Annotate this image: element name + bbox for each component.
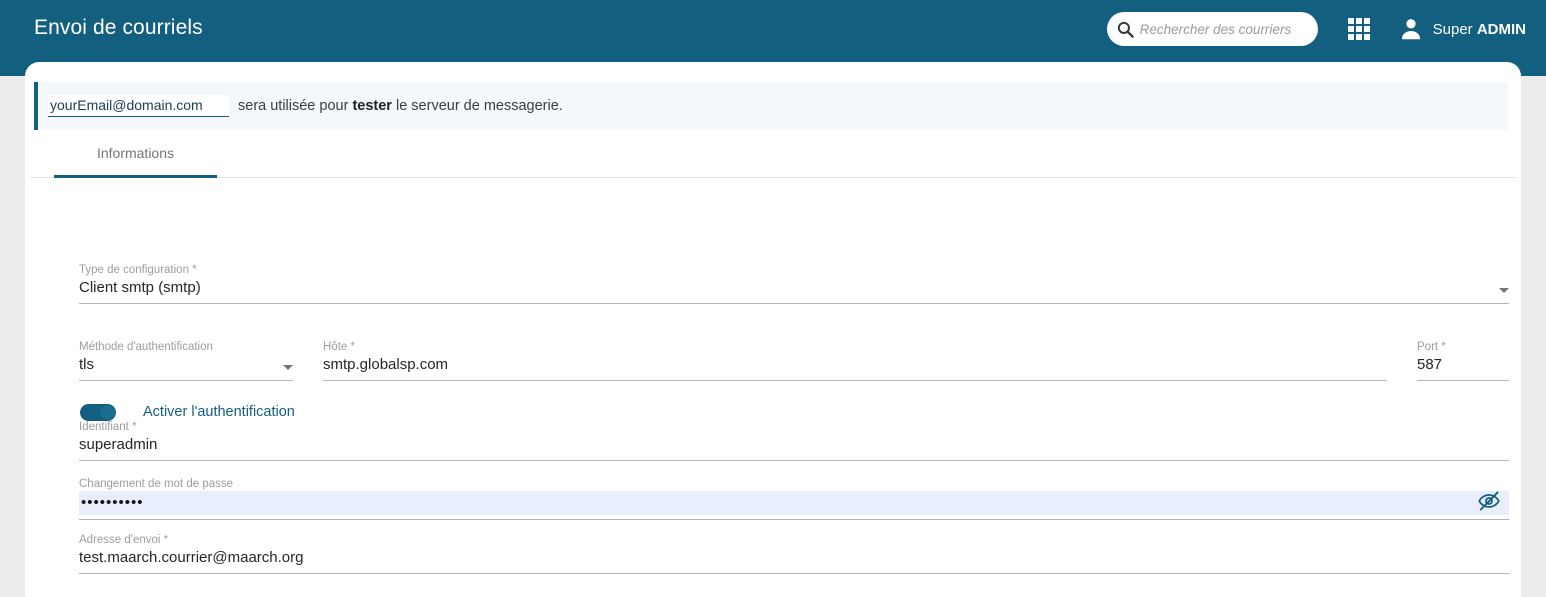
field-password-underline	[79, 519, 1509, 520]
field-auth-method-underline	[79, 380, 293, 381]
banner-text-bold: tester	[352, 98, 392, 114]
field-password-label: Changement de mot de passe	[79, 477, 1509, 491]
field-from-address-underline	[79, 573, 1509, 574]
enable-auth-toggle[interactable]	[80, 404, 116, 421]
banner-text-after: le serveur de messagerie.	[392, 98, 563, 114]
field-config-type: Type de configuration * Client smtp (smt…	[79, 263, 1509, 304]
field-auth-method: Méthode d'authentification tls	[79, 340, 293, 381]
field-from-address-label: Adresse d'envoi *	[79, 533, 1509, 547]
field-from-address-input[interactable]	[79, 547, 1509, 569]
user-name[interactable]: Super ADMIN	[1433, 21, 1526, 38]
test-email-banner-text: sera utilisée pour tester le serveur de …	[238, 98, 563, 114]
content-panel: sera utilisée pour tester le serveur de …	[25, 62, 1521, 597]
field-host: Hôte *	[323, 340, 1387, 381]
visibility-off-icon[interactable]	[1478, 490, 1500, 512]
field-config-type-underline	[79, 303, 1509, 304]
search-icon	[1116, 20, 1135, 39]
field-auth-method-label: Méthode d'authentification	[79, 340, 293, 354]
tab-informations[interactable]: Informations	[54, 130, 217, 178]
chevron-down-icon[interactable]	[1499, 288, 1509, 293]
enable-auth-label: Activer l'authentification	[143, 404, 295, 420]
test-email-input[interactable]	[48, 95, 229, 117]
field-from-address: Adresse d'envoi *	[79, 533, 1509, 574]
field-port: Port *	[1417, 340, 1509, 381]
field-login-label: Identifiant *	[79, 420, 1509, 434]
field-port-label: Port *	[1417, 340, 1509, 354]
field-host-input[interactable]	[323, 354, 1387, 376]
test-email-banner: sera utilisée pour tester le serveur de …	[34, 82, 1508, 130]
field-password: Changement de mot de passe ••••••••••	[79, 477, 1509, 520]
field-host-underline	[323, 380, 1387, 381]
field-port-input[interactable]	[1417, 354, 1509, 376]
header-actions: Super ADMIN	[1107, 11, 1526, 47]
field-login-input[interactable]	[79, 434, 1509, 456]
field-login-underline	[79, 460, 1509, 461]
tab-bar: Informations	[30, 130, 1516, 178]
field-host-label: Hôte *	[323, 340, 1387, 354]
banner-text-before: sera utilisée pour	[238, 98, 352, 114]
field-login: Identifiant *	[79, 420, 1509, 461]
field-config-type-label: Type de configuration *	[79, 263, 1509, 277]
user-avatar-icon[interactable]	[1398, 16, 1424, 42]
chevron-down-icon[interactable]	[283, 365, 293, 370]
search-box[interactable]	[1107, 12, 1318, 46]
search-input[interactable]	[1140, 22, 1310, 37]
tab-informations-label: Informations	[97, 145, 174, 161]
field-password-input-wrap[interactable]: ••••••••••	[79, 491, 1509, 515]
field-password-value[interactable]: ••••••••••	[81, 493, 1507, 513]
user-name-first: Super	[1433, 21, 1477, 38]
apps-grid-icon[interactable]	[1348, 18, 1370, 40]
field-config-type-value[interactable]: Client smtp (smtp)	[79, 277, 1509, 299]
page-title: Envoi de courriels	[34, 16, 203, 40]
field-auth-method-value[interactable]: tls	[79, 354, 293, 376]
field-port-underline	[1417, 380, 1509, 381]
user-name-last: ADMIN	[1477, 21, 1526, 38]
